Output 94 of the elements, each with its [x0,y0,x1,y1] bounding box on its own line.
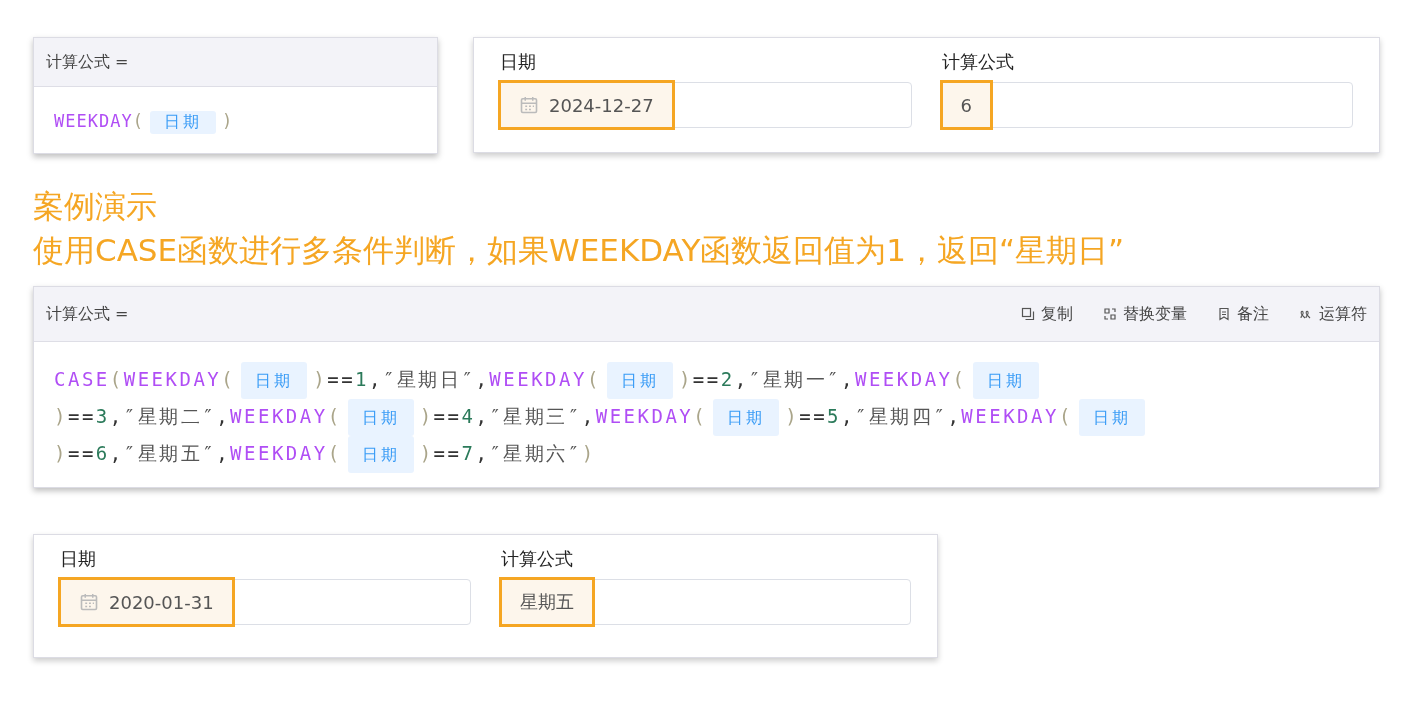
calendar-icon [519,95,539,115]
formula-number: 2 [720,368,735,390]
field-value: 6 [960,94,972,116]
formula-number: 5 [827,405,842,427]
formula-text: ( [952,368,967,390]
field-chip: 日期 [149,111,216,134]
function-name: CASE [54,368,110,390]
formula-text: == [692,368,721,390]
toolbar-button[interactable]: 替换变量 [1103,303,1187,325]
swap-icon [1103,307,1117,321]
formula-string: ″星期四″ [855,405,948,427]
field-label: 计算公式 [500,547,574,571]
formula-string: ″星期日″ [383,368,476,390]
input-field[interactable]: 2020-01-31 [60,579,471,625]
formula-text: ( [586,368,601,390]
formula-text: ( [109,368,124,390]
formula-string: ″星期五″ [123,442,217,464]
formula-text: , [475,405,490,427]
field-value: 2020-01-31 [109,591,214,613]
formula-text: ) [419,442,434,464]
formula-text: ) [221,111,234,131]
function-name: WEEKDAY [489,368,587,390]
formula-text: ( [327,442,342,464]
formula-string: ″星期三″ [489,405,582,427]
formula-text: == [433,405,462,427]
function-name: WEEKDAY [54,111,133,131]
formula-text: == [327,368,356,390]
field-chip: 日期 [347,399,414,436]
formula-text: , [109,405,124,427]
formula-text: ( [693,405,708,427]
formula-header: 计算公式 = [46,303,129,325]
field-chip: 日期 [972,362,1039,399]
formula-text: ) [419,405,434,427]
formula-number: 1 [355,368,370,390]
function-name: WEEKDAY [854,368,953,390]
function-name: WEEKDAY [123,368,222,390]
formula-text: ) [678,368,693,390]
formula-text: ( [327,405,342,427]
formula-text: ) [785,405,800,427]
note-icon [1217,307,1231,321]
formula-text: ) [313,368,328,390]
toolbar-button[interactable]: 复制 [1021,303,1073,325]
toolbar-button[interactable]: 备注 [1217,303,1269,325]
formula-string: ″星期二″ [123,405,217,427]
formula-text: , [841,368,855,390]
formula-text: , [734,368,749,390]
formula-number: 4 [461,405,476,427]
formula-number: 6 [95,442,110,464]
field-label: 日期 [500,50,537,74]
formula-text: == [799,405,828,427]
formula-text: , [109,442,124,464]
formula-text: , [216,405,231,427]
formula-text: ( [221,368,236,390]
field-value: 2024-12-27 [549,94,654,116]
field-chip: 日期 [347,436,414,473]
field-chip: 日期 [713,399,780,436]
field-chip: 日期 [606,362,673,399]
formula-text: , [581,405,596,427]
input-field[interactable]: 星期五 [500,579,911,625]
formula-string: ″星期六″ [489,442,582,464]
formula-text: ) [54,442,68,464]
function-name: WEEKDAY [230,442,328,464]
formula-text: , [216,442,231,464]
field-chip: 日期 [241,362,308,399]
input-field[interactable]: 6 [941,82,1353,128]
formula-number: 7 [461,442,476,464]
formula-number: 3 [95,405,110,427]
input-field[interactable]: 2024-12-27 [500,82,912,128]
formula-text: , [369,368,383,390]
formula-text: == [67,442,96,464]
function-name: WEEKDAY [230,405,328,427]
formula-text: , [475,368,490,390]
formula-text: == [433,442,462,464]
formula-text: , [475,442,490,464]
formula-text: , [841,405,855,427]
toolbar-button[interactable]: 运算符 [1299,303,1367,325]
formula-string: ″星期一″ [748,368,841,390]
section-description: 使用CASE函数进行多条件判断，如果WEEKDAY函数返回值为1，返回“星期日” [33,231,1126,270]
formula-header: 计算公式 = [46,51,129,73]
formula-text: ) [581,442,596,464]
formula-text: ( [1058,405,1073,427]
formula-text: , [947,405,962,427]
function-name: WEEKDAY [961,405,1059,427]
field-label: 日期 [60,547,97,571]
field-value: 星期五 [519,590,574,614]
section-title: 案例演示 [33,187,158,226]
formula-text: == [67,405,96,427]
calendar-icon [79,592,99,612]
formula-text: ) [54,405,68,427]
function-name: WEEKDAY [595,405,694,427]
field-label: 计算公式 [941,50,1015,74]
field-chip: 日期 [1078,399,1145,436]
formula-text: ( [132,111,144,131]
copy-icon [1021,307,1035,321]
